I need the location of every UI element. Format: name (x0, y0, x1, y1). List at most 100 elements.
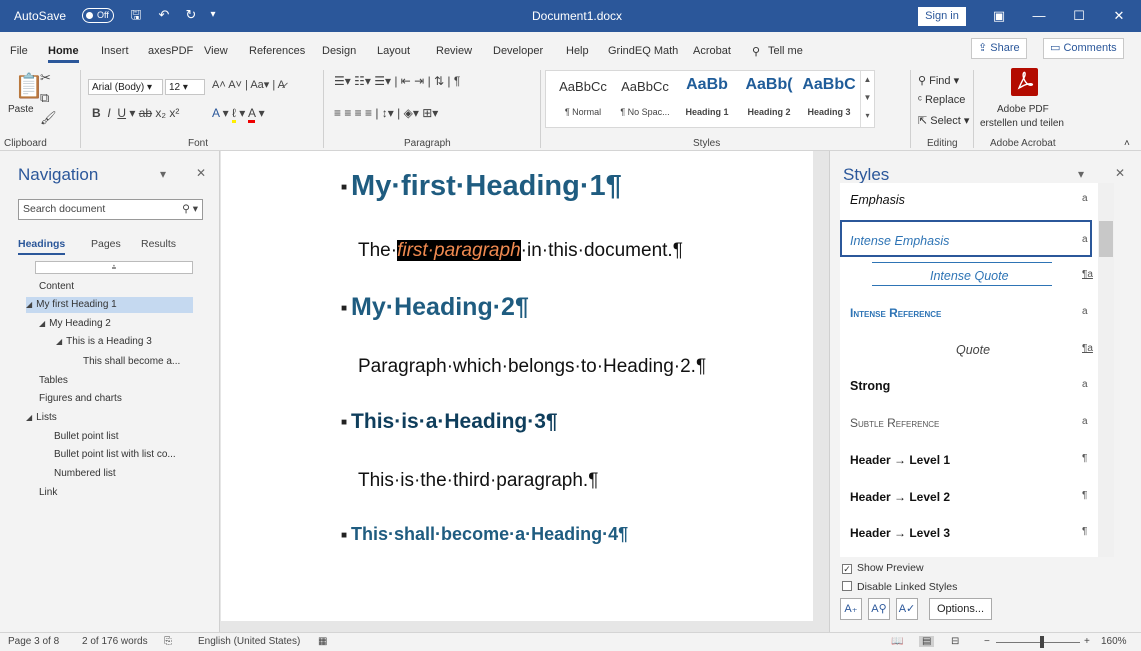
alignment-icons[interactable]: ≡ ≡ ≡ ≡ | ↕▾ | ◈▾ ⊞▾ (334, 106, 438, 120)
undo-icon[interactable]: ↶ (156, 7, 172, 23)
disable-linked-styles-checkbox[interactable]: Disable Linked Styles (842, 581, 957, 593)
expand-triangle-icon[interactable]: ◢ (56, 337, 62, 346)
style-item-quote[interactable]: Quote ¶a (840, 331, 1093, 368)
tree-item-bullet-list[interactable]: Bullet point list (54, 429, 118, 445)
style-normal[interactable]: AaBbCc ¶ Normal (552, 71, 614, 127)
autosave-toggle[interactable]: Off (82, 8, 114, 23)
tab-design[interactable]: Design (322, 45, 356, 57)
redo-icon[interactable]: ↻ (183, 7, 199, 23)
tree-item-figures[interactable]: Figures and charts (39, 391, 122, 407)
tab-references[interactable]: References (249, 45, 305, 57)
paste-label[interactable]: Paste (8, 104, 34, 115)
tab-review[interactable]: Review (436, 45, 472, 57)
style-item-header-level-3[interactable]: Header → Level 3 ¶ (840, 514, 1092, 551)
tree-item-link[interactable]: Link (39, 485, 57, 501)
heading-2[interactable]: ■ My·Heading·2¶ (341, 293, 529, 322)
tab-axespdf[interactable]: axesPDF (148, 45, 193, 57)
pane-close-icon[interactable]: ✕ (1115, 166, 1125, 180)
maximize-button[interactable]: ☐ (1062, 0, 1096, 32)
gallery-scroll[interactable]: ▲ ▼ ▾ (860, 71, 874, 127)
style-item-intense-emphasis[interactable]: Intense Emphasis a (840, 220, 1092, 257)
word-count[interactable]: 2 of 176 words (82, 636, 148, 647)
heading-4[interactable]: ■ This·shall·become·a·Heading·4¶ (341, 524, 628, 545)
tab-pages[interactable]: Pages (91, 238, 121, 250)
select-button[interactable]: ⇱ Select ▾ (918, 114, 969, 127)
style-item-subtle-reference[interactable]: Subtle Reference a (840, 404, 1092, 441)
tab-view[interactable]: View (204, 45, 228, 57)
zoom-slider-track[interactable] (996, 642, 1080, 643)
tree-item-numbered-list[interactable]: Numbered list (54, 466, 116, 482)
heading-1[interactable]: ■ My·first·Heading·1¶ (341, 170, 622, 203)
proofing-icon[interactable]: ⎘ (164, 636, 172, 647)
page-count[interactable]: Page 3 of 8 (8, 636, 59, 647)
adobe-pdf-icon[interactable] (1011, 68, 1038, 96)
tab-developer[interactable]: Developer (493, 45, 543, 57)
style-no-spacing[interactable]: AaBbCc ¶ No Spac... (614, 71, 676, 127)
track-changes-icon[interactable]: ▦ (318, 636, 327, 647)
tree-item-heading-3[interactable]: ◢ This is a Heading 3 (56, 334, 152, 350)
tree-item-tables[interactable]: Tables (39, 373, 68, 389)
list-format-icons[interactable]: ☰▾ ☷▾ ☰▾ | ⇤ ⇥ | ⇅ | ¶ (334, 74, 460, 88)
zoom-level[interactable]: 160% (1101, 636, 1127, 647)
read-mode-icon[interactable]: 📖 (891, 636, 903, 647)
tab-results[interactable]: Results (141, 238, 176, 250)
paragraph-3[interactable]: This·is·the·third·paragraph.¶ (358, 470, 598, 492)
print-layout-icon[interactable]: ▤ (919, 636, 935, 647)
show-preview-checkbox[interactable]: ✓ Show Preview (842, 562, 924, 574)
search-document-input[interactable]: Search document ⚲ ▾ (18, 199, 203, 220)
search-icon[interactable]: ⚲ (752, 45, 760, 58)
pane-close-icon[interactable]: ✕ (196, 166, 206, 180)
tree-item-bullet-list-co[interactable]: Bullet point list with list co... (54, 447, 176, 463)
expand-triangle-icon[interactable]: ◢ (26, 300, 32, 309)
search-icon[interactable]: ⚲ ▾ (182, 200, 198, 219)
find-button[interactable]: ⚲ Find ▾ (918, 74, 959, 87)
style-item-strong[interactable]: Strong a (840, 367, 1092, 404)
adobe-pdf-sublabel[interactable]: erstellen und teilen (980, 118, 1064, 129)
web-layout-icon[interactable]: ⊟ (951, 636, 959, 647)
font-color-icons[interactable]: A ▾ ℓ ▾ A ▾ (212, 106, 265, 123)
expand-triangle-icon[interactable]: ◢ (26, 413, 32, 422)
style-heading-2[interactable]: AaBb(Heading 2 (738, 71, 800, 127)
pane-options-icon[interactable]: ▾ (1078, 167, 1084, 181)
style-item-header-level-2[interactable]: Header → Level 2 ¶ (840, 478, 1092, 515)
tab-grindeq-math[interactable]: GrindEQ Math (608, 45, 678, 57)
style-heading-1[interactable]: AaBb Heading 1 (676, 71, 738, 127)
save-icon[interactable]: 🖫 (128, 7, 144, 23)
font-name-box[interactable]: Arial (Body) ▾ (88, 79, 163, 95)
zoom-slider-thumb[interactable] (1040, 636, 1044, 648)
comments-button[interactable]: ▭ Comments (1043, 38, 1124, 59)
scrollbar-thumb[interactable] (1099, 221, 1113, 257)
tree-item-lists[interactable]: ◢ Lists (26, 410, 57, 426)
new-style-icon[interactable]: A₊ (840, 598, 862, 620)
style-inspector-icon[interactable]: A⚲ (868, 598, 890, 620)
customize-qat-icon[interactable]: ▾ (205, 7, 221, 23)
language-label[interactable]: English (United States) (198, 636, 300, 647)
tree-item-heading-4[interactable]: This shall become a... (83, 354, 180, 370)
ribbon-display-icon[interactable]: ▣ (982, 0, 1016, 32)
manage-styles-icon[interactable]: A✓ (896, 598, 918, 620)
zoom-out-icon[interactable]: − (984, 636, 990, 647)
collapse-ribbon-icon[interactable]: ˄ (1124, 138, 1130, 149)
minimize-button[interactable]: — (1022, 0, 1056, 32)
document-page[interactable] (221, 151, 813, 621)
close-button[interactable]: ✕ (1102, 0, 1136, 32)
style-item-header-level-1[interactable]: Header → Level 1 ¶ (840, 441, 1092, 478)
adobe-pdf-label[interactable]: Adobe PDF (997, 104, 1049, 115)
tab-help[interactable]: Help (566, 45, 589, 57)
tab-acrobat[interactable]: Acrobat (693, 45, 731, 57)
collapse-all-icon[interactable]: ⩮ (35, 261, 193, 274)
tab-insert[interactable]: Insert (101, 45, 129, 57)
replace-button[interactable]: ᶜ Replace (918, 94, 965, 106)
format-painter-icon[interactable]: 🖌 (40, 110, 57, 126)
style-item-intense-quote[interactable]: Intense Quote ¶a (840, 257, 1093, 294)
tab-home[interactable]: Home (48, 45, 79, 63)
text-format-icons[interactable]: B I U ▾ ab x₂ x² (92, 106, 179, 120)
grow-shrink-font-icon[interactable]: A˄ A˅ | Aa▾ | A̷ (212, 78, 285, 91)
heading-3[interactable]: ■ This·is·a·Heading·3¶ (341, 410, 558, 434)
options-button[interactable]: Options... (929, 598, 992, 620)
paragraph-2[interactable]: Paragraph·which·belongs·to·Heading·2.¶ (358, 356, 706, 378)
tree-item-my-heading-2[interactable]: ◢ My Heading 2 (39, 316, 111, 332)
paragraph-1[interactable]: The·first·paragraph·in·this·document.¶ (358, 240, 683, 262)
style-heading-3[interactable]: AaBbC Heading 3 (800, 71, 858, 127)
style-item-emphasis[interactable]: Emphasis a (840, 183, 1092, 220)
